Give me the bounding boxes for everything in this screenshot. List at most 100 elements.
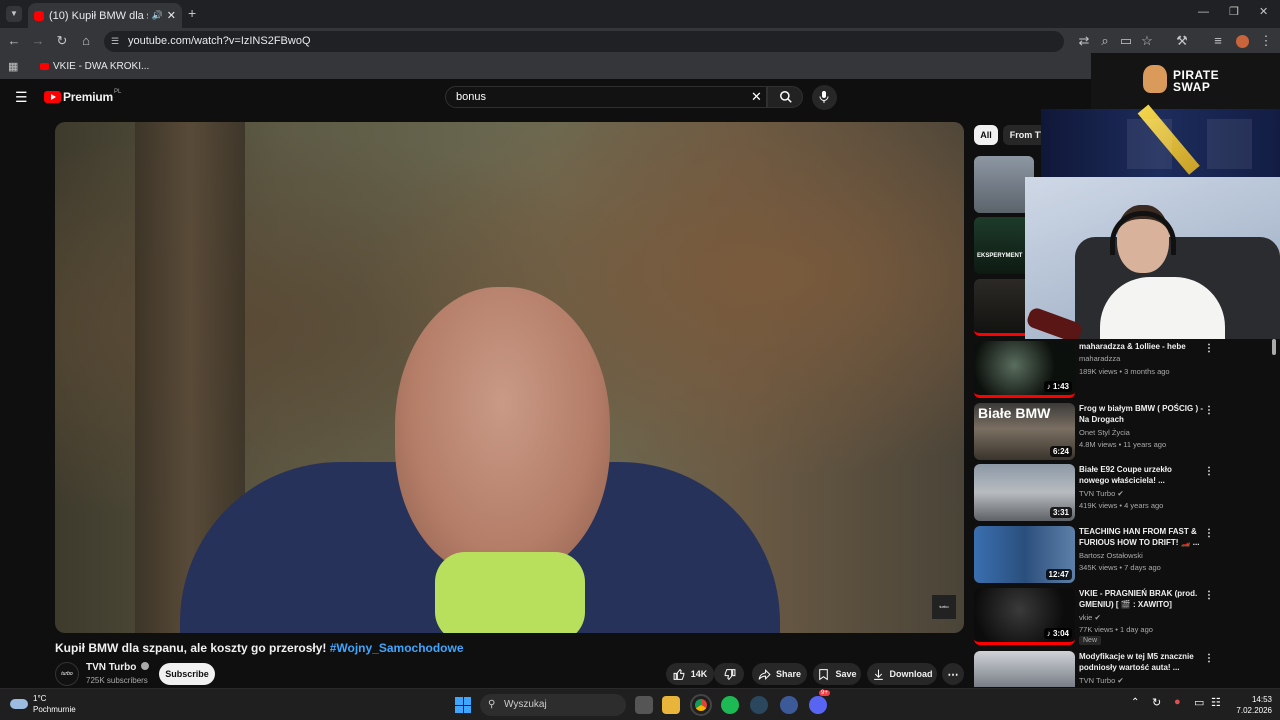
rec-thumbnail[interactable]: ♪ 3:04 [974, 588, 1075, 645]
spotify-icon[interactable] [721, 696, 739, 714]
like-button[interactable]: 14K [666, 663, 714, 685]
extensions-icon[interactable]: ⚒ [1174, 33, 1190, 49]
reload-icon[interactable]: ↻ [54, 33, 70, 49]
file-explorer-icon[interactable] [662, 696, 680, 714]
rec-thumbnail[interactable] [974, 651, 1075, 687]
apps-grid-icon[interactable]: ▦ [8, 60, 18, 73]
sidebar-scrollbar[interactable] [1272, 339, 1276, 355]
rec-thumbnail[interactable]: ♪ 1:43 [974, 341, 1075, 398]
new-tab-button[interactable]: + [188, 5, 196, 21]
display-tray-icon[interactable]: ▭ [1194, 696, 1204, 709]
rec-title[interactable]: Modyfikacje w tej M5 znacznie podniosły … [1079, 651, 1204, 673]
forward-icon[interactable]: → [30, 33, 46, 49]
microphone-icon [819, 91, 829, 103]
cast-icon[interactable]: ▭ [1118, 33, 1134, 49]
tray-chevron-icon[interactable]: ⌃ [1131, 697, 1139, 708]
chrome-icon[interactable] [690, 694, 712, 716]
video-player[interactable]: turbo [55, 122, 964, 633]
app-icon[interactable] [780, 696, 798, 714]
download-button[interactable]: Download [867, 663, 937, 685]
recommendation-item[interactable]: 3:31 Białe E92 Coupe urzekło nowego właś… [974, 464, 1264, 522]
discord-icon[interactable]: 9+ [809, 690, 830, 714]
clear-search-icon[interactable]: ✕ [751, 87, 762, 107]
channel-watermark[interactable]: turbo [932, 595, 956, 619]
task-view-icon[interactable] [635, 696, 653, 714]
thumbs-down-icon [724, 668, 735, 680]
video-duration: 3:31 [1049, 507, 1072, 518]
clock[interactable]: 14:53 7.02.2026 [1230, 694, 1272, 716]
rec-title[interactable]: VKIE - PRAGNIEŃ BRAK (prod. GMENIU) [ 🎬 … [1079, 588, 1204, 610]
taskbar-search[interactable]: ⚲ Wyszukaj [480, 694, 626, 716]
dislike-button[interactable] [714, 663, 744, 685]
minimize-button[interactable]: — [1198, 6, 1209, 18]
restore-button[interactable]: ❐ [1229, 5, 1239, 18]
rec-title[interactable]: Białe E92 Coupe urzekło nowego właścicie… [1079, 464, 1204, 486]
tab-list-button[interactable]: ▼ [6, 6, 22, 22]
home-icon[interactable]: ⌂ [78, 33, 94, 49]
rec-menu-icon[interactable]: ⋮ [1204, 590, 1214, 601]
rec-title[interactable]: Frog w białym BMW ( POŚCIG ) - Na Drogac… [1079, 403, 1204, 425]
recommendation-item[interactable]: Modyfikacje w tej M5 znacznie podniosły … [974, 651, 1264, 687]
browser-tab[interactable]: (10) Kupił BMW dla szpanu 🔊 ✕ [28, 3, 182, 28]
rec-menu-icon[interactable]: ⋮ [1204, 343, 1214, 354]
bookmark-star-icon[interactable]: ☆ [1139, 33, 1155, 49]
rec-title[interactable]: TEACHING HAN FROM FAST & FURIOUS HOW TO … [1079, 526, 1204, 548]
rec-thumbnail[interactable]: 12:47 [974, 526, 1075, 583]
rec-channel[interactable]: vkie ✔ [1079, 612, 1101, 623]
sync-icon[interactable]: ↻ [1152, 696, 1161, 709]
rec-menu-icon[interactable]: ⋮ [1204, 405, 1214, 416]
recommendation-item[interactable]: 12:47 TEACHING HAN FROM FAST & FURIOUS H… [974, 526, 1264, 584]
start-button[interactable] [455, 697, 471, 713]
channel-avatar[interactable]: turbo [55, 662, 79, 686]
rec-channel[interactable]: TVN Turbo ✔ [1079, 488, 1124, 499]
mic-tray-icon[interactable]: ● [1174, 696, 1181, 708]
menu-dots-icon[interactable]: ⋮ [1258, 33, 1274, 49]
hamburger-menu-icon[interactable]: ☰ [15, 89, 28, 106]
rec-menu-icon[interactable]: ⋮ [1204, 528, 1214, 539]
rec-title[interactable]: maharadzza & 1olliee - hebe [1079, 341, 1204, 352]
recommendation-item[interactable]: Białe BMW 6:24 Frog w białym BMW ( POŚCI… [974, 403, 1264, 461]
zoom-icon[interactable]: ⌕ [1097, 33, 1113, 49]
rec-channel[interactable]: TVN Turbo ✔ [1079, 675, 1124, 686]
recommendation-item[interactable]: ♪ 3:04 VKIE - PRAGNIEŃ BRAK (prod. GMENI… [974, 588, 1264, 646]
new-badge: New [1079, 636, 1102, 645]
rec-channel[interactable]: maharadzza [1079, 353, 1120, 364]
search-query: bonus [456, 91, 486, 103]
channel-name-text: TVN Turbo [86, 662, 137, 673]
speaker-icon[interactable]: 🔊 [152, 10, 163, 21]
close-window-button[interactable]: ✕ [1259, 5, 1268, 18]
rec-thumbnail[interactable]: Białe BMW 6:24 [974, 403, 1075, 460]
url-bar[interactable]: ☰ youtube.com/watch?v=IzINS2FBwoQ [104, 31, 1064, 52]
voice-search-button[interactable] [812, 85, 837, 110]
profile-avatar[interactable] [1236, 35, 1249, 48]
chip-all[interactable]: All [974, 125, 998, 145]
save-button[interactable]: Save [813, 663, 861, 685]
share-button[interactable]: Share [752, 663, 807, 685]
weather-widget[interactable]: 1°C Pochmurnie [10, 693, 76, 715]
download-icon [873, 669, 883, 680]
subscribe-button[interactable]: Subscribe [159, 663, 215, 685]
more-actions-button[interactable]: ⋯ [942, 663, 964, 685]
back-icon[interactable]: ← [6, 33, 22, 49]
site-info-icon[interactable]: ☰ [111, 31, 119, 52]
verified-icon: ✔ [1117, 676, 1124, 685]
thumb-text: EKSPERYMENT [977, 253, 1023, 259]
rec-menu-icon[interactable]: ⋮ [1204, 653, 1214, 664]
rec-channel[interactable]: Bartosz Ostałowski [1079, 550, 1143, 561]
video-hashtag-link[interactable]: #Wojny_Samochodowe [330, 641, 464, 655]
search-button[interactable] [767, 86, 803, 108]
rec-menu-icon[interactable]: ⋮ [1204, 466, 1214, 477]
url-text: youtube.com/watch?v=IzINS2FBwoQ [128, 35, 311, 47]
youtube-logo[interactable]: Premium PL [44, 89, 121, 104]
network-icon[interactable]: ☷ [1211, 696, 1221, 709]
steam-icon[interactable] [750, 696, 768, 714]
bookmark-item[interactable]: VKIE - DWA KROKI... [40, 61, 149, 72]
tab-close-icon[interactable]: ✕ [167, 9, 176, 22]
channel-name[interactable]: TVN Turbo [86, 662, 150, 673]
reading-list-icon[interactable]: ≡ [1210, 33, 1226, 49]
recommendation-item[interactable]: ♪ 1:43 maharadzza & 1olliee - hebe mahar… [974, 341, 1264, 399]
search-input[interactable]: bonus ✕ [445, 86, 767, 108]
rec-thumbnail[interactable]: 3:31 [974, 464, 1075, 521]
translate-icon[interactable]: ⇄ [1076, 33, 1092, 49]
rec-channel[interactable]: Onet Styl Życia [1079, 427, 1130, 438]
